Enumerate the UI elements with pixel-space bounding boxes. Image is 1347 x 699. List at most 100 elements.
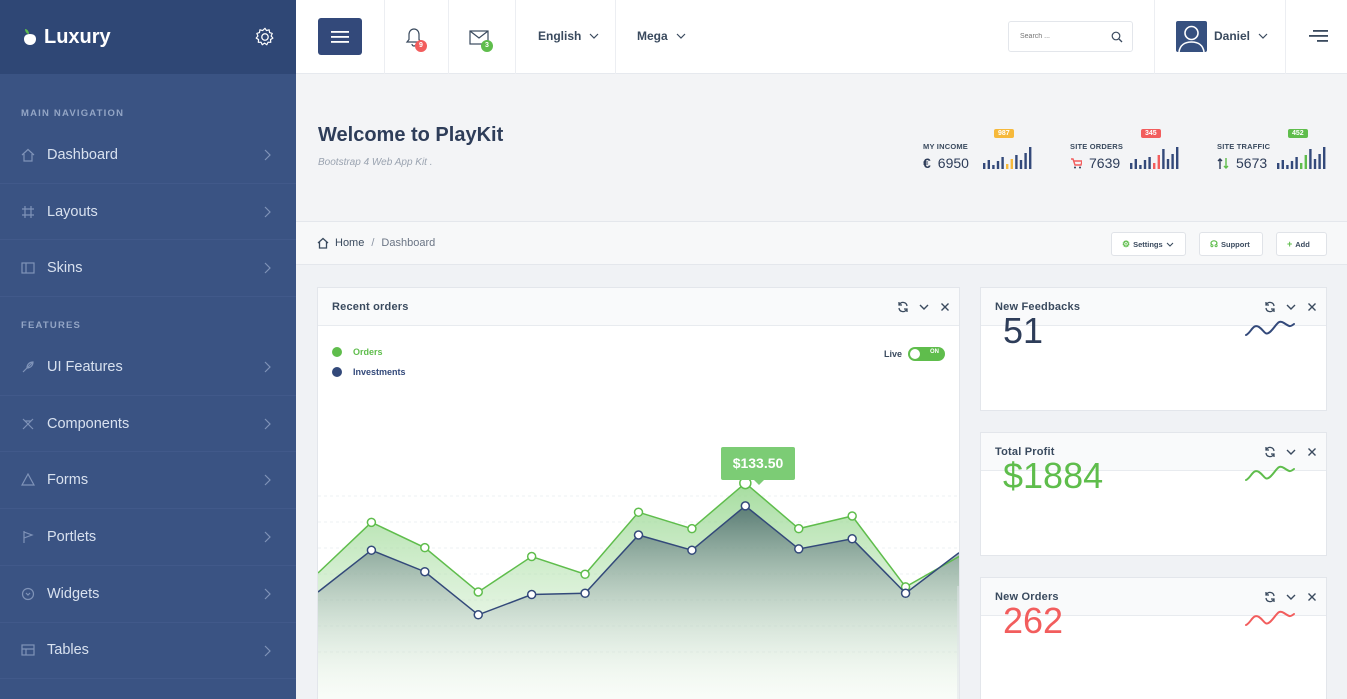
close-icon[interactable] [1306, 591, 1318, 603]
sidebar-item-forms[interactable]: Forms [0, 452, 296, 510]
user-dropdown[interactable]: Daniel [1214, 29, 1268, 43]
page-title: Welcome to PlayKit [318, 124, 504, 146]
sidebar-item-layouts[interactable]: Layouts [0, 184, 296, 241]
sidebar-item-skins[interactable]: Skins [0, 240, 296, 298]
sidebar-right-toggle-icon[interactable] [1309, 29, 1328, 43]
sidebar-item-components[interactable]: Components [0, 396, 296, 453]
stat-badge: 452 [1288, 129, 1308, 138]
chevron-down-icon[interactable] [918, 301, 930, 313]
chevron-down-icon[interactable] [1285, 446, 1297, 458]
stat-bar [1029, 147, 1032, 169]
stat-label: SITE TRAFFIC [1217, 142, 1271, 151]
stat-bar [983, 163, 986, 169]
chevron-right-icon [264, 262, 271, 274]
close-icon[interactable] [939, 301, 951, 313]
mega-label: Mega [637, 29, 668, 43]
sidebar-item-label: Widgets [47, 585, 100, 602]
close-icon[interactable] [1306, 301, 1318, 313]
stat-label: SITE ORDERS [1070, 142, 1124, 151]
investments-point [740, 501, 751, 511]
sidebar-item-ui-features[interactable]: UI Features [0, 339, 296, 396]
stat-site-orders: SITE ORDERS 7639 345 [1070, 129, 1190, 174]
stat-bar [1143, 160, 1147, 169]
stat-bar-chart [1277, 147, 1326, 169]
stat-bar [1010, 159, 1013, 169]
settings-button[interactable]: ⚙ Settings [1111, 232, 1186, 256]
refresh-icon[interactable] [1264, 301, 1276, 313]
stat-bar-chart [983, 147, 1032, 169]
chevron-right-icon [264, 531, 271, 543]
chevron-right-icon [264, 588, 271, 600]
stat-bar [1313, 159, 1317, 169]
chevron-down-icon [676, 33, 686, 39]
investments-point [900, 588, 911, 599]
investments-point [847, 534, 857, 544]
refresh-icon[interactable] [897, 301, 909, 313]
orders-point [633, 507, 644, 517]
sidebar-item-tables[interactable]: Tables [0, 623, 296, 680]
panel-title: Recent orders [332, 301, 409, 313]
gear-icon[interactable] [254, 26, 276, 48]
orders-point [794, 523, 804, 534]
chevron-down-icon [1258, 33, 1268, 39]
support-button[interactable]: ☊ Support [1199, 232, 1263, 256]
refresh-icon[interactable] [1264, 446, 1276, 458]
forms-icon [21, 473, 35, 486]
sidebar-item-dashboard[interactable]: Dashboard [0, 127, 296, 184]
section-features: FEATURES [21, 320, 82, 332]
stat-bar [1015, 155, 1018, 169]
stat-bar [996, 161, 1000, 169]
home-icon [21, 148, 35, 162]
mega-dropdown[interactable]: Mega [637, 29, 686, 43]
investments-point [687, 545, 697, 555]
gear-icon: ⚙ [1122, 238, 1131, 249]
stat-badge: 345 [1141, 129, 1161, 138]
panel-tools [1264, 446, 1318, 458]
language-dropdown[interactable]: English [538, 29, 599, 43]
stat-bar [992, 165, 995, 169]
breadcrumb-home[interactable]: Home [335, 237, 364, 249]
chevron-down-icon[interactable] [1285, 301, 1297, 313]
sparkline [1245, 320, 1295, 336]
chevron-down-icon [1166, 242, 1174, 247]
orders-point [687, 523, 697, 534]
menu-toggle-button[interactable] [318, 18, 362, 55]
sidebar-item-label: Tables [47, 642, 89, 659]
components-icon [22, 418, 34, 430]
search-input[interactable] [1009, 22, 1099, 51]
sidebar-item-label: Dashboard [47, 146, 118, 163]
refresh-icon[interactable] [1264, 591, 1276, 603]
investments-point [473, 610, 483, 620]
kpi-value: $1884 [1003, 455, 1104, 496]
chevron-right-icon [264, 418, 271, 430]
user-name: Daniel [1214, 29, 1251, 43]
search-icon[interactable] [1111, 31, 1123, 43]
plus-icon: + [1287, 239, 1293, 249]
sidebar: Luxury MAIN NAVIGATION Dashboard Layouts… [0, 0, 296, 699]
stat-bar [1171, 154, 1174, 169]
flag-icon [23, 530, 34, 543]
kpi-value: 51 [1003, 310, 1044, 351]
avatar[interactable] [1176, 21, 1207, 52]
stat-badge: 987 [994, 129, 1014, 138]
stat-bar [1153, 163, 1156, 169]
stat-value: 5673 [1217, 155, 1267, 171]
stat-bar [1162, 149, 1165, 169]
sidebar-item-widgets[interactable]: Widgets [0, 566, 296, 623]
sidebar-item-portlets[interactable]: Portlets [0, 509, 296, 566]
close-icon[interactable] [1306, 446, 1318, 458]
page-header: Welcome to PlayKit Bootstrap 4 Web App K… [296, 74, 1347, 222]
investments-point [580, 588, 590, 599]
chevron-down-icon [589, 33, 599, 39]
currency-symbol: € [923, 155, 931, 171]
stat-bar [987, 160, 990, 169]
stat-bar [1019, 160, 1023, 169]
stat-bar [1130, 163, 1133, 169]
topbar: 9 3 English Mega Daniel [296, 0, 1347, 74]
chevron-down-icon[interactable] [1285, 591, 1297, 603]
add-button[interactable]: + Add [1276, 232, 1327, 256]
orders-point [526, 551, 537, 562]
stat-bar [1295, 157, 1298, 169]
headset-icon: ☊ [1210, 238, 1218, 249]
sidebar-item-label: Layouts [47, 203, 98, 220]
